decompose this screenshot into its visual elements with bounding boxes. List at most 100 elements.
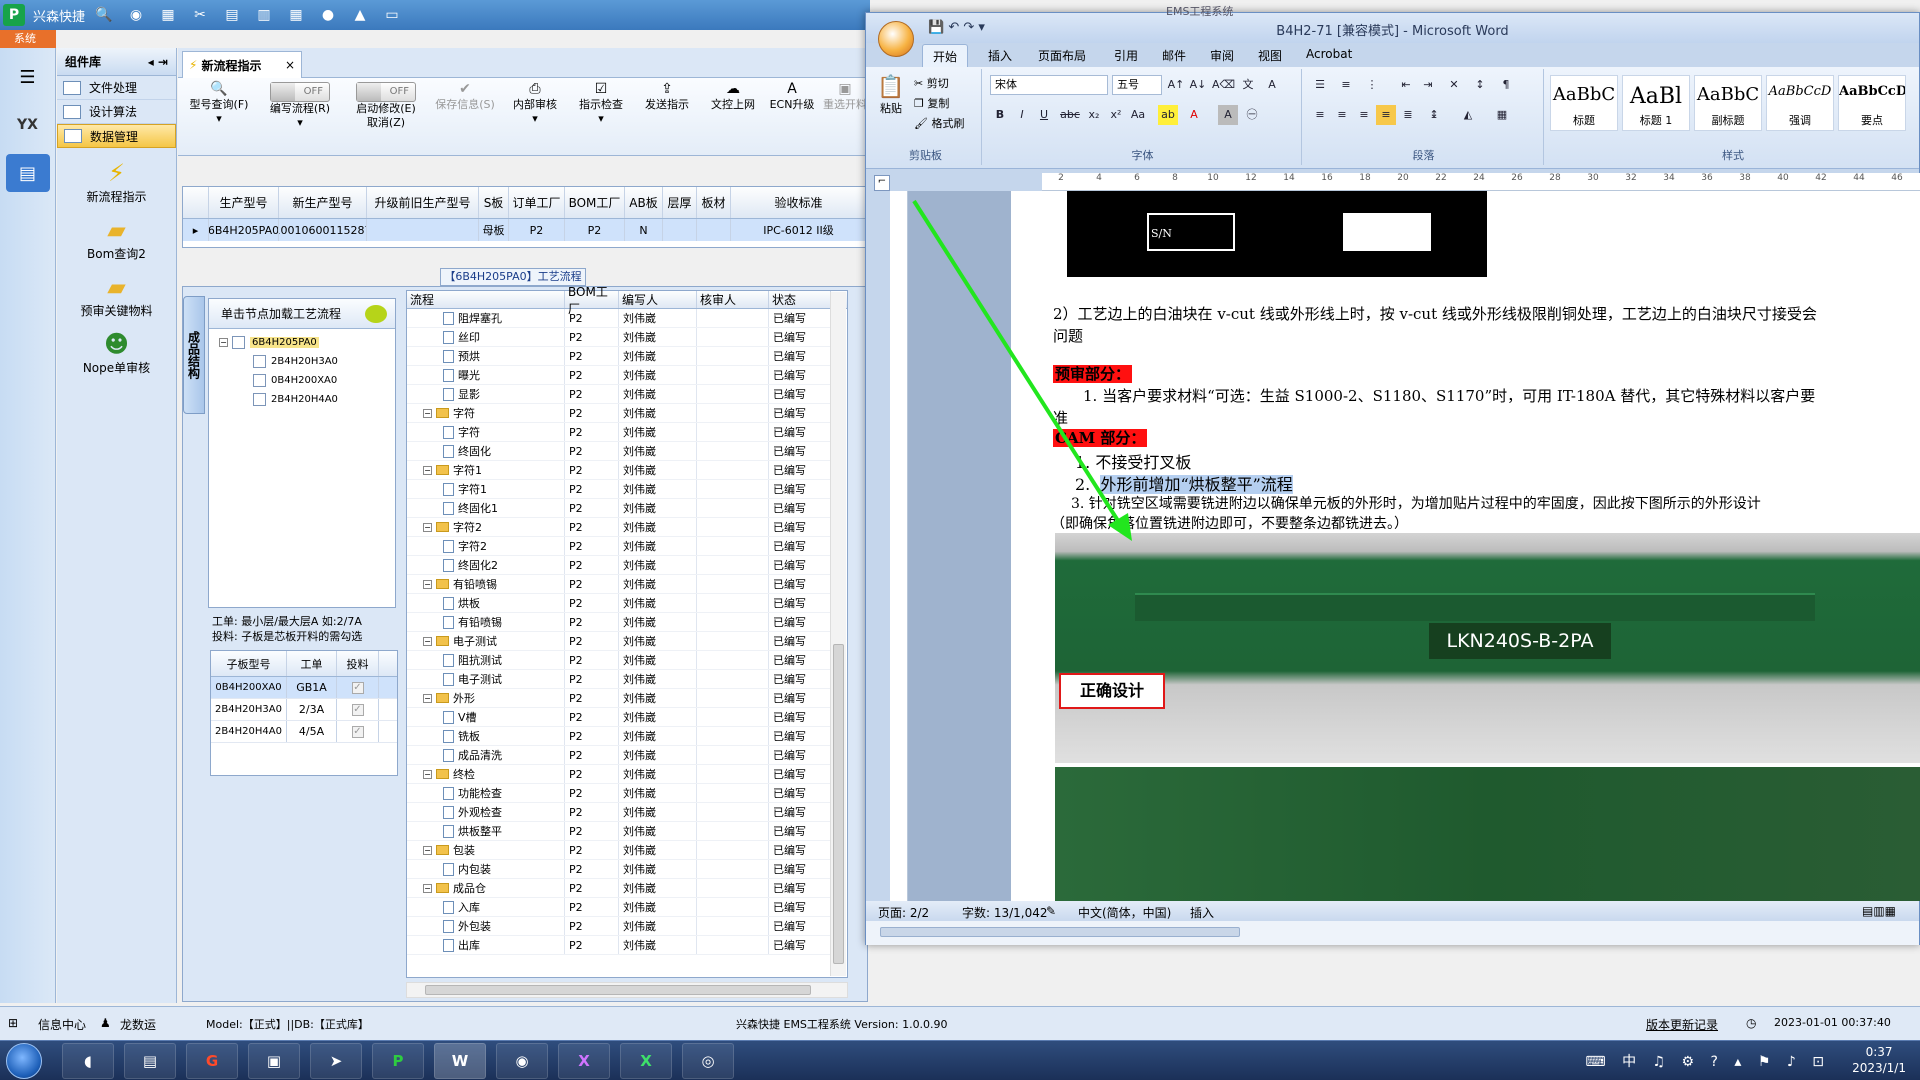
table-row[interactable]: 外观检查 P2 刘伟崴 已编写 xyxy=(407,803,831,822)
area-chart-icon[interactable]: ▲ xyxy=(347,4,373,26)
system-tray[interactable]: ⌨ 中 ♫ ⚙ ? ▴ ⚑ ♪ ⊡ xyxy=(1585,1051,1830,1071)
table-row[interactable]: 字符 P2 刘伟崴 已编写 xyxy=(407,423,831,442)
scroll-thumb[interactable] xyxy=(880,927,1240,937)
arrow-icon[interactable]: ➤ xyxy=(310,1043,362,1079)
tool-nope-audit[interactable]: ☻ Nope单审核 xyxy=(67,329,167,376)
table-row[interactable]: 2B4H20H4A0 4/5A ✓ xyxy=(211,721,397,743)
justify-icon[interactable]: ≡ xyxy=(1376,105,1396,125)
save-info-button[interactable]: ✔ 保存信息(S) xyxy=(430,82,500,112)
view-icons[interactable]: ▤▥▦ xyxy=(1862,904,1896,918)
tool-new-process[interactable]: ⚡ 新流程指示 xyxy=(67,158,167,205)
eye2-icon[interactable]: ◎ xyxy=(682,1043,734,1079)
paste-button[interactable]: 📋 粘贴 xyxy=(876,75,906,116)
table-row[interactable]: ▸ 6B4H205PA0 10010600115287 母板 P2 P2 N I… xyxy=(183,219,867,241)
scissors-icon[interactable]: ✂ xyxy=(187,4,213,26)
collapse-icon[interactable]: − xyxy=(423,883,432,893)
process-hscroll[interactable] xyxy=(406,982,848,998)
taskbar-clock[interactable]: 0:37 2023/1/1 xyxy=(1852,1044,1906,1076)
table-row[interactable]: − 外形 P2 刘伟崴 已编写 xyxy=(407,689,831,708)
word-count[interactable]: 字数: 13/1,042 xyxy=(962,904,1048,921)
update-log-link[interactable]: 版本更新记录 xyxy=(1646,1016,1718,1033)
edit-toggle[interactable]: OFF xyxy=(356,82,416,102)
tool-preaudit[interactable]: ▰ 预审关键物料 xyxy=(67,272,167,319)
highlight-icon[interactable]: ab xyxy=(1158,105,1178,125)
search-icon[interactable]: 🔍 xyxy=(91,4,117,26)
table-row[interactable]: − 电子测试 P2 刘伟崴 已编写 xyxy=(407,632,831,651)
table-row[interactable]: 烘板整平 P2 刘伟崴 已编写 xyxy=(407,822,831,841)
table-row[interactable]: 字符2 P2 刘伟崴 已编写 xyxy=(407,537,831,556)
table-row[interactable]: 终固化2 P2 刘伟崴 已编写 xyxy=(407,556,831,575)
table-row[interactable]: 丝印 P2 刘伟崴 已编写 xyxy=(407,328,831,347)
collapse-icon[interactable]: − xyxy=(423,845,432,855)
italic-icon[interactable]: I xyxy=(1012,105,1032,125)
table-row[interactable]: V槽 P2 刘伟崴 已编写 xyxy=(407,708,831,727)
system-tab[interactable]: 系统 xyxy=(0,30,56,48)
close-icon[interactable]: × xyxy=(285,58,295,72)
excel-icon[interactable]: X xyxy=(620,1043,672,1079)
user-icon[interactable]: ● xyxy=(315,4,341,26)
notepad-icon[interactable]: ▤ xyxy=(124,1043,176,1079)
scroll-thumb[interactable] xyxy=(833,644,844,964)
bullets-icon[interactable]: ☰ xyxy=(1310,75,1330,95)
x-app-icon[interactable]: X xyxy=(558,1043,610,1079)
tab-mailings[interactable]: 邮件 xyxy=(1162,47,1186,64)
internal-audit-button[interactable]: ⎙ 内部审核 ▾ xyxy=(504,82,566,126)
grid-icon[interactable]: ▦ xyxy=(155,4,181,26)
bold-icon[interactable]: B xyxy=(990,105,1010,125)
tree-checkbox[interactable] xyxy=(253,374,266,387)
feed-checkbox[interactable]: ✓ xyxy=(351,703,364,716)
insert-mode[interactable]: 插入 xyxy=(1190,904,1214,921)
process-vscroll[interactable] xyxy=(830,292,846,976)
table-row[interactable]: 成品清洗 P2 刘伟崴 已编写 xyxy=(407,746,831,765)
table-row[interactable]: 终固化 P2 刘伟崴 已编写 xyxy=(407,442,831,461)
tree-node[interactable]: 2B4H20H3A0 xyxy=(209,352,395,371)
comp-item-data[interactable]: 数据管理 xyxy=(57,124,176,148)
write-toggle[interactable]: OFF xyxy=(270,82,330,102)
document-page[interactable]: S/N 2）工艺边上的白油块在 v-cut 线或外形线上时，按 v-cut 线或… xyxy=(1011,191,1920,901)
tree-checkbox[interactable] xyxy=(253,393,266,406)
subscript-icon[interactable]: x₂ xyxy=(1084,105,1104,125)
tool-bom-query[interactable]: ▰ Bom查询2 xyxy=(67,215,167,262)
feed-checkbox[interactable]: ✓ xyxy=(351,725,364,738)
tab-references[interactable]: 引用 xyxy=(1114,47,1138,64)
align-right-icon[interactable]: ≡ xyxy=(1354,105,1374,125)
table-row[interactable]: 烘板 P2 刘伟崴 已编写 xyxy=(407,594,831,613)
style-title[interactable]: AaBbC 标题 xyxy=(1550,75,1618,131)
table-row[interactable]: − 字符 P2 刘伟崴 已编写 xyxy=(407,404,831,423)
collapse-icon[interactable]: − xyxy=(423,408,432,418)
tab-new-process[interactable]: ⚡ 新流程指示 × xyxy=(182,51,302,78)
doc-online-button[interactable]: ☁ 文控上网 xyxy=(702,82,764,112)
tab-product-structure[interactable]: 成品结构 xyxy=(183,296,205,414)
format-painter-button[interactable]: 🖌 格式刷 xyxy=(914,115,964,131)
table-row[interactable]: 预烘 P2 刘伟崴 已编写 xyxy=(407,347,831,366)
table-icon[interactable]: ▦ xyxy=(283,4,309,26)
comp-item-file[interactable]: 文件处理 xyxy=(57,76,176,100)
table-row[interactable]: 显影 P2 刘伟崴 已编写 xyxy=(407,385,831,404)
copy-button[interactable]: ❐ 复制 xyxy=(914,95,949,111)
table-row[interactable]: − 字符2 P2 刘伟崴 已编写 xyxy=(407,518,831,537)
vertical-ruler[interactable] xyxy=(890,191,908,901)
collapse-icon[interactable]: − xyxy=(423,579,432,589)
borders-icon[interactable]: ▦ xyxy=(1492,105,1512,125)
align-center-icon[interactable]: ≡ xyxy=(1332,105,1352,125)
film-icon[interactable]: ▤ xyxy=(219,4,245,26)
underline-icon[interactable]: U xyxy=(1034,105,1054,125)
start-button[interactable] xyxy=(6,1043,42,1079)
word-icon[interactable]: W xyxy=(434,1043,486,1079)
style-subtitle[interactable]: AaBbC 副标题 xyxy=(1694,75,1762,131)
p-app-icon[interactable]: P xyxy=(372,1043,424,1079)
collapse-icon[interactable]: − xyxy=(423,769,432,779)
tab-insert[interactable]: 插入 xyxy=(988,47,1012,64)
tab-view[interactable]: 视图 xyxy=(1258,47,1282,64)
superscript-icon[interactable]: x² xyxy=(1106,105,1126,125)
table-row[interactable]: 终固化1 P2 刘伟崴 已编写 xyxy=(407,499,831,518)
tab-acrobat[interactable]: Acrobat xyxy=(1306,47,1352,61)
table-row[interactable]: 入库 P2 刘伟崴 已编写 xyxy=(407,898,831,917)
tab-stop-selector[interactable]: ⌐ xyxy=(874,175,890,191)
distribute-icon[interactable]: ≣ xyxy=(1398,105,1418,125)
grow-font-icon[interactable]: A↑ xyxy=(1166,75,1186,95)
tab-home[interactable]: 开始 xyxy=(922,44,969,67)
collapse-icon[interactable]: − xyxy=(219,338,228,347)
table-row[interactable]: − 有铅喷锡 P2 刘伟崴 已编写 xyxy=(407,575,831,594)
table-row[interactable]: − 终检 P2 刘伟崴 已编写 xyxy=(407,765,831,784)
